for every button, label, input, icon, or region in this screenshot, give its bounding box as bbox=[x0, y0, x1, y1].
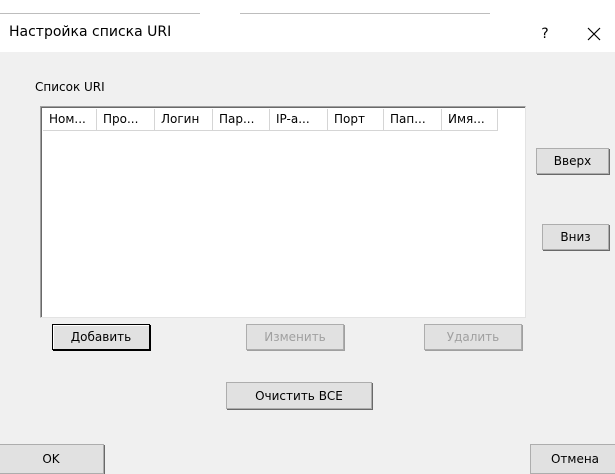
move-up-button[interactable]: Вверх bbox=[536, 148, 609, 174]
top-divider bbox=[240, 13, 490, 14]
ok-button[interactable]: OK bbox=[0, 444, 104, 474]
top-divider bbox=[0, 13, 200, 14]
title-bar: Настройка списка URI ? bbox=[0, 16, 615, 52]
cancel-button[interactable]: Отмена bbox=[530, 444, 615, 474]
list-header: Ном... Про... Логин Пар... IP-а... Порт … bbox=[43, 109, 498, 131]
edit-button[interactable]: Изменить bbox=[246, 324, 344, 350]
help-button[interactable]: ? bbox=[531, 20, 559, 48]
column-header-name[interactable]: Имя... bbox=[442, 109, 498, 131]
column-header-protocol[interactable]: Про... bbox=[97, 109, 155, 131]
window-top-strip bbox=[0, 0, 615, 16]
column-header-login[interactable]: Логин bbox=[155, 109, 213, 131]
delete-button[interactable]: Удалить bbox=[424, 324, 522, 350]
close-icon bbox=[587, 27, 601, 41]
uri-list[interactable]: Ном... Про... Логин Пар... IP-а... Порт … bbox=[40, 106, 526, 318]
add-button[interactable]: Добавить bbox=[52, 324, 150, 350]
column-header-port[interactable]: Порт bbox=[328, 109, 384, 131]
uri-list-label: Список URI bbox=[35, 80, 105, 94]
column-header-ip-address[interactable]: IP-а... bbox=[270, 109, 328, 131]
close-button[interactable] bbox=[577, 20, 611, 48]
move-down-button[interactable]: Вниз bbox=[542, 224, 609, 250]
dialog-title: Настройка списка URI bbox=[9, 24, 172, 40]
column-header-folder[interactable]: Пап... bbox=[384, 109, 442, 131]
column-header-password[interactable]: Пар... bbox=[213, 109, 270, 131]
column-header-number[interactable]: Ном... bbox=[43, 109, 97, 131]
clear-all-button[interactable]: Очистить ВСЕ bbox=[226, 382, 372, 409]
